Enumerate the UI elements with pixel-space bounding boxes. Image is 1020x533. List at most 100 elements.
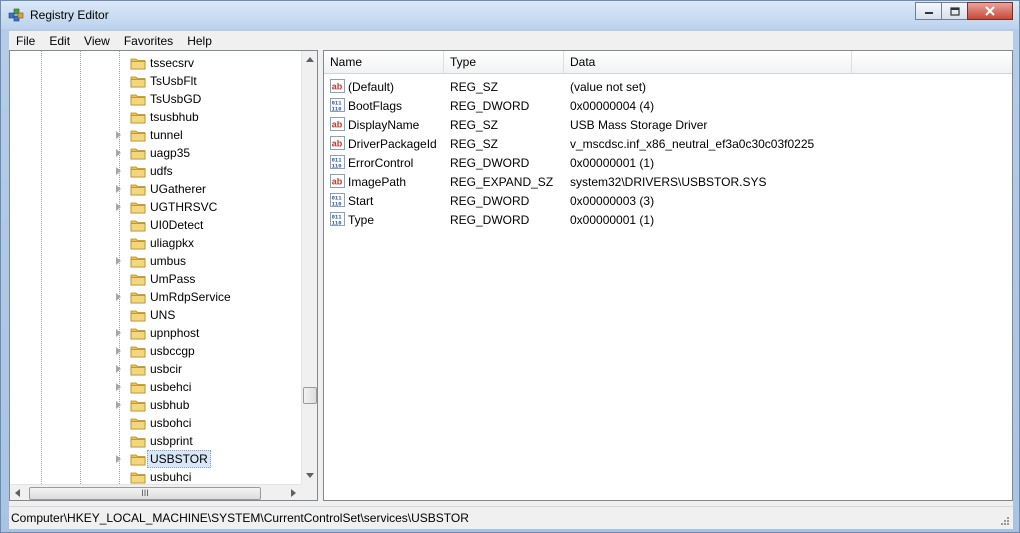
menu-view[interactable]: View [77,34,117,48]
tree-item-label: UmPass [150,272,196,286]
tree-vertical-scroll-thumb[interactable] [303,387,317,404]
folder-icon [130,220,146,232]
folder-icon [130,292,146,304]
tree-item[interactable]: udfs [10,162,310,180]
tree-item[interactable]: tunnel [10,126,310,144]
value-name: Type [348,213,375,227]
menu-file[interactable]: File [9,34,42,48]
tree-item-label: usbcir [150,362,183,376]
tree-item-label: UGTHRSVC [150,200,218,214]
menu-edit[interactable]: Edit [42,34,77,48]
folder-icon [130,454,146,466]
tree-item[interactable]: UGatherer [10,180,310,198]
client-area: tssecsrv TsUsbFlt TsUsbGD tsusbhub tunnel uag… [9,50,1013,529]
tree-item[interactable]: upnphost [10,324,310,342]
folder-icon [130,94,146,106]
scroll-down-icon[interactable] [306,473,314,478]
value-row[interactable]: ab DriverPackageId REG_SZ v_mscdsc.inf_x86_… [324,134,1012,153]
expand-arrow-icon[interactable] [116,131,121,139]
expand-arrow-icon[interactable] [116,455,121,463]
title-bar[interactable]: Registry Editor [1,1,1019,29]
tree-item-label: tunnel [150,128,183,142]
menu-favorites[interactable]: Favorites [117,34,180,48]
column-header-type[interactable]: Type [444,51,564,73]
expand-arrow-icon[interactable] [116,167,121,175]
values-list-pane[interactable]: Name Type Data ab (Default) REG_SZ (value n… [323,50,1013,501]
value-row[interactable]: 011 110 BootFlags REG_DWORD 0x00000004 (4) [324,96,1012,115]
close-button[interactable] [967,2,1013,20]
expand-arrow-icon[interactable] [116,329,121,337]
string-value-icon: ab [330,174,345,188]
registry-editor-icon [8,8,24,22]
tree-item[interactable]: usbccgp [10,342,310,360]
value-row[interactable]: ab DisplayName REG_SZ USB Mass Storage Driv… [324,115,1012,134]
values-list-header: Name Type Data [324,51,1012,74]
binary-value-icon: 011110 [330,155,345,169]
value-data: system32\DRIVERS\USBSTOR.SYS [570,175,767,189]
key-tree-pane[interactable]: tssecsrv TsUsbFlt TsUsbGD tsusbhub tunnel uag… [9,50,318,501]
maximize-button[interactable] [941,2,968,20]
binary-value-icon: 011110 [330,98,345,112]
tree-item-label: tssecsrv [150,56,195,70]
value-row[interactable]: ab ImagePath REG_EXPAND_SZ system32\DRIVERS… [324,172,1012,191]
folder-icon [130,130,146,142]
tree-item[interactable]: UmRdpService [10,288,310,306]
value-row[interactable]: 011 110 Start REG_DWORD 0x00000003 (3) [324,191,1012,210]
scrollbar-corner [301,484,317,500]
tree-item[interactable]: usbprint [10,432,310,450]
tree-item[interactable]: UI0Detect [10,216,310,234]
scroll-right-icon[interactable] [291,489,296,497]
folder-icon [130,112,146,124]
tree-item-label: TsUsbFlt [150,74,197,88]
string-value-icon: ab [330,136,345,150]
tree-item[interactable]: uagp35 [10,144,310,162]
tree-item[interactable]: uliagpkx [10,234,310,252]
value-row[interactable]: 011 110 ErrorControl REG_DWORD 0x00000001 (1… [324,153,1012,172]
expand-arrow-icon[interactable] [116,293,121,301]
scroll-left-icon[interactable] [15,489,20,497]
expand-arrow-icon[interactable] [116,149,121,157]
tree-item-label: uagp35 [150,146,191,160]
tree-vertical-scrollbar[interactable] [301,51,317,484]
svg-text:ab: ab [332,177,343,187]
tree-item[interactable]: UGTHRSVC [10,198,310,216]
minimize-icon [924,12,933,14]
tree-item[interactable]: UmPass [10,270,310,288]
expand-arrow-icon[interactable] [116,347,121,355]
binary-value-icon: 011110 [330,212,345,226]
svg-text:110: 110 [332,162,342,169]
expand-arrow-icon[interactable] [116,257,121,265]
tree-item[interactable]: usbhub [10,396,310,414]
tree-item[interactable]: tsusbhub [10,108,310,126]
value-row[interactable]: 011 110 Type REG_DWORD 0x00000001 (1) [324,210,1012,229]
tree-horizontal-scrollbar[interactable]: III [10,484,301,500]
expand-arrow-icon[interactable] [116,203,121,211]
expand-arrow-icon[interactable] [116,383,121,391]
expand-arrow-icon[interactable] [116,185,121,193]
tree-item[interactable]: TsUsbFlt [10,72,310,90]
tree-item[interactable]: TsUsbGD [10,90,310,108]
tree-item[interactable]: umbus [10,252,310,270]
column-header-data[interactable]: Data [564,51,852,73]
menu-help[interactable]: Help [180,34,219,48]
folder-icon [130,436,146,448]
folder-icon [130,346,146,358]
tree-item-label: usbohci [150,416,192,430]
tree-item[interactable]: USBSTOR [10,450,310,468]
tree-item[interactable]: usbehci [10,378,310,396]
column-header-name[interactable]: Name [324,51,444,73]
tree-item[interactable]: tssecsrv [10,54,310,72]
expand-arrow-icon[interactable] [116,365,121,373]
expand-arrow-icon[interactable] [116,401,121,409]
resize-grip-icon[interactable] [1000,516,1010,526]
scroll-grip-glyph: III [141,488,149,498]
tree-item-label: USBSTOR [147,450,211,468]
scroll-up-icon[interactable] [306,57,314,62]
value-data: 0x00000003 (3) [570,194,655,208]
value-row[interactable]: ab (Default) REG_SZ (value not set) [324,77,1012,96]
tree-horizontal-scroll-thumb[interactable]: III [29,487,261,500]
tree-item[interactable]: usbcir [10,360,310,378]
tree-item[interactable]: UNS [10,306,310,324]
tree-item[interactable]: usbohci [10,414,310,432]
minimize-button[interactable] [915,2,942,20]
